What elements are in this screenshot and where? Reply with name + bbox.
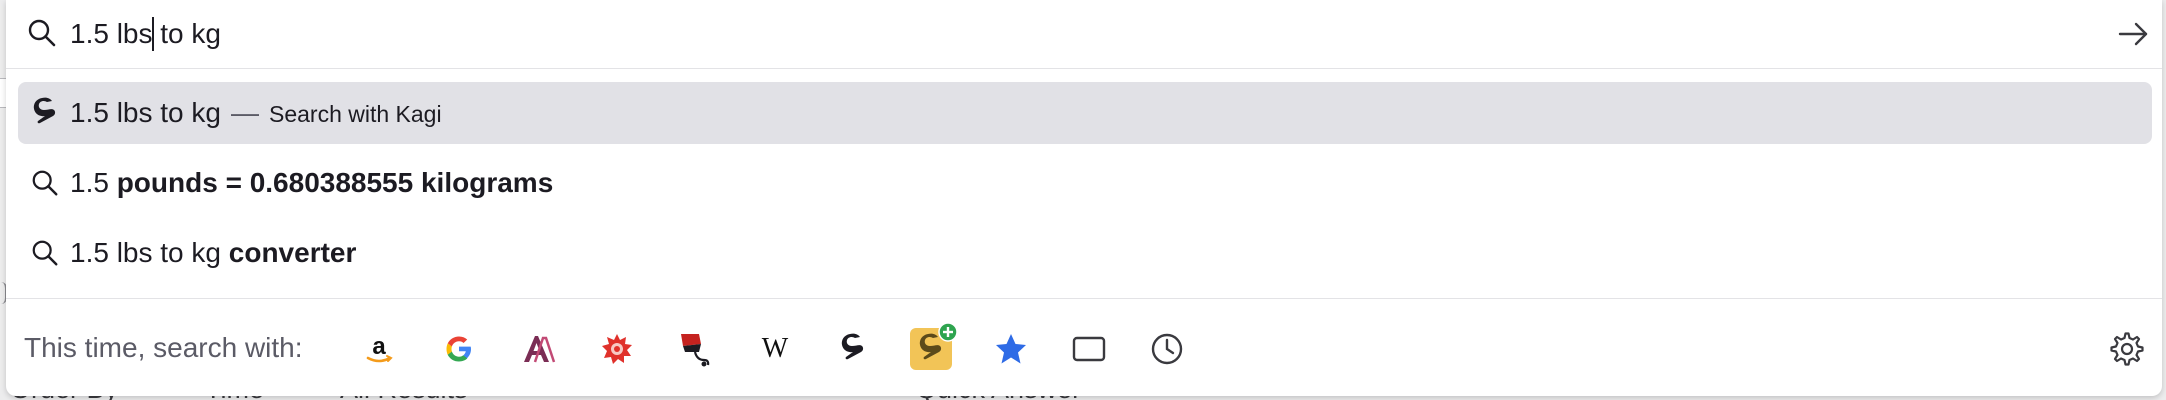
result-kagi-search[interactable]: 1.5 lbs to kg — Search with Kagi	[18, 82, 2152, 144]
kagi-add-engine-icon[interactable]	[910, 322, 958, 370]
svg-text:W: W	[762, 334, 789, 364]
wikipedia-icon[interactable]: W	[754, 328, 796, 370]
tabs-icon[interactable]	[1068, 328, 1110, 370]
add-badge-icon	[938, 322, 958, 342]
svg-text:a: a	[372, 333, 386, 360]
urlbar-dropdown: 1.5 lbs to kg — Search with Kagi 1.5 pound…	[6, 0, 2162, 396]
result-suggestion-2[interactable]: 1.5 lbs to kg converter	[18, 222, 2152, 284]
search-engines-bar: This time, search with: a W	[6, 310, 2162, 390]
bookmarks-star-icon[interactable]	[990, 328, 1032, 370]
engines-divider	[6, 298, 2162, 299]
url-input[interactable]	[70, 18, 1970, 50]
result-suggestion-1[interactable]: 1.5 pounds = 0.680388555 kilograms	[18, 152, 2152, 214]
text-caret	[152, 17, 154, 51]
google-icon[interactable]	[438, 328, 480, 370]
flag-icon[interactable]	[674, 328, 716, 370]
suggestion-bold-text: pounds = 0.680388555 kilograms	[116, 167, 554, 198]
kagi-icon	[28, 96, 62, 130]
amazon-icon[interactable]: a	[358, 328, 400, 370]
engines-label: This time, search with:	[24, 332, 303, 363]
search-icon	[28, 236, 62, 270]
gear-icon[interactable]	[2106, 328, 2148, 370]
result-separator: —	[230, 97, 259, 128]
url-divider	[6, 68, 2162, 69]
suggestion-plain-text: 1.5 lbs to kg	[70, 237, 229, 268]
history-clock-icon[interactable]	[1146, 328, 1188, 370]
kagi-engine-icon[interactable]	[832, 328, 874, 370]
results-list: 1.5 lbs to kg — Search with Kagi 1.5 pound…	[18, 82, 2152, 292]
anna-archive-icon[interactable]	[518, 328, 560, 370]
suggestion-bold-text: converter	[228, 237, 357, 268]
url-bar[interactable]	[6, 0, 2162, 68]
suggestion-plain-text: 1.5	[70, 167, 117, 198]
search-icon	[28, 166, 62, 200]
search-icon	[28, 19, 56, 47]
result-action-text: Search with Kagi	[268, 101, 442, 127]
badge-icon[interactable]	[596, 328, 638, 370]
arrow-right-icon[interactable]	[2116, 17, 2150, 51]
result-query-text: 1.5 lbs to kg	[70, 97, 221, 128]
